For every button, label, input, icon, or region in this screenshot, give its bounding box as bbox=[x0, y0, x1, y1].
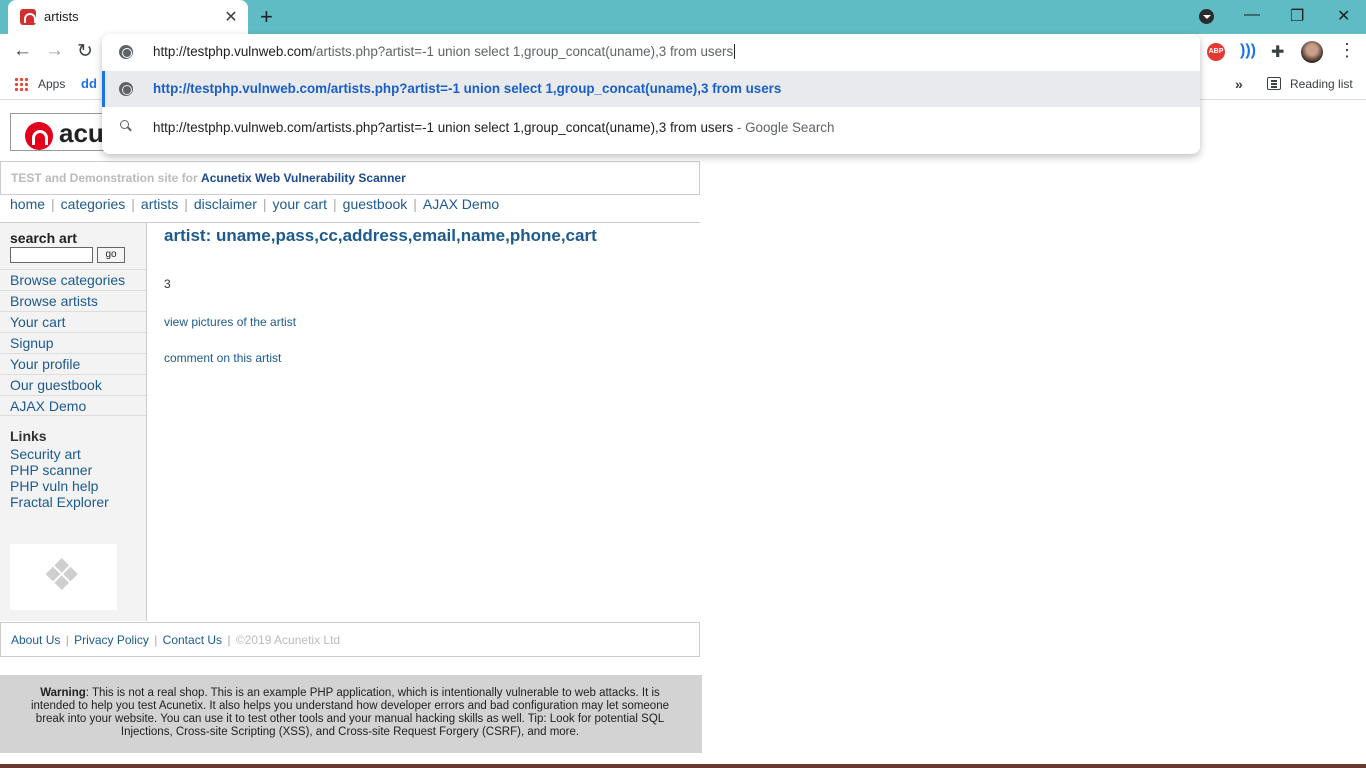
artist-value: 3 bbox=[164, 277, 171, 291]
extensions-puzzle-icon[interactable]: ✚ bbox=[1271, 42, 1284, 62]
side-signup[interactable]: Signup bbox=[0, 332, 146, 353]
close-tab-icon[interactable]: ✕ bbox=[222, 7, 240, 27]
active-tab[interactable]: artists ✕ bbox=[8, 0, 248, 34]
adblock-plus-icon[interactable]: ABP bbox=[1207, 43, 1225, 61]
menu-kebab-icon[interactable]: ⋮ bbox=[1338, 40, 1356, 61]
footer-copyright: ©2019 Acunetix Ltd bbox=[235, 633, 341, 647]
view-pictures-link[interactable]: view pictures of the artist bbox=[164, 315, 296, 329]
web-page: acu TEST and Demonstration site for Acun… bbox=[0, 101, 1366, 768]
suggestion-query: http://testphp.vulnweb.com/artists.php?a… bbox=[153, 120, 734, 135]
address-input[interactable]: http://testphp.vulnweb.com/artists.php?a… bbox=[153, 44, 736, 59]
warning-body: : This is not a real shop. This is an ex… bbox=[30, 687, 669, 738]
comment-link[interactable]: comment on this artist bbox=[164, 351, 281, 365]
side-ajax-demo[interactable]: AJAX Demo bbox=[0, 395, 146, 416]
nav-home[interactable]: home bbox=[10, 196, 45, 212]
artist-heading: artist: uname,pass,cc,address,email,name… bbox=[164, 226, 597, 245]
suggestion-search[interactable]: http://testphp.vulnweb.com/artists.php?a… bbox=[102, 108, 1200, 146]
address-bar[interactable]: http://testphp.vulnweb.com/artists.php?a… bbox=[102, 34, 1200, 70]
link-security-art[interactable]: Security art bbox=[10, 446, 109, 462]
acunetix-logo-icon bbox=[25, 122, 53, 150]
warning-label: Warning bbox=[40, 687, 86, 699]
globe-icon bbox=[119, 82, 133, 96]
search-art-input[interactable] bbox=[10, 247, 93, 263]
tab-search-icon[interactable] bbox=[1199, 9, 1214, 24]
nav-ajax-demo[interactable]: AJAX Demo bbox=[423, 196, 499, 212]
search-go-button[interactable]: go bbox=[97, 247, 125, 263]
left-sidebar: search art go Browse categories Browse a… bbox=[0, 223, 147, 621]
taskbar-edge bbox=[0, 764, 1366, 768]
logo-text: acu bbox=[59, 118, 104, 148]
back-icon[interactable]: ← bbox=[13, 40, 32, 62]
suggestion-url[interactable]: http://testphp.vulnweb.com/artists.php?a… bbox=[102, 71, 1200, 107]
bookmark-apps[interactable]: Apps bbox=[38, 77, 65, 91]
nav-your-cart[interactable]: your cart bbox=[273, 196, 327, 212]
tab-title: artists bbox=[44, 9, 79, 24]
suggestion-search-text: http://testphp.vulnweb.com/artists.php?a… bbox=[153, 120, 834, 135]
address-host: http://testphp.vulnweb.com bbox=[153, 44, 313, 59]
nav-categories[interactable]: categories bbox=[61, 196, 126, 212]
link-php-scanner[interactable]: PHP scanner bbox=[10, 462, 109, 478]
side-our-guestbook[interactable]: Our guestbook bbox=[0, 374, 146, 395]
search-art-label: search art bbox=[10, 230, 77, 246]
plugin-placeholder-icon bbox=[10, 544, 117, 610]
globe-icon bbox=[119, 45, 133, 59]
apps-grid-icon[interactable] bbox=[14, 77, 28, 91]
side-menu: Browse categories Browse artists Your ca… bbox=[0, 269, 146, 416]
footer: About Us | Privacy Policy | Contact Us |… bbox=[0, 622, 700, 657]
side-your-cart[interactable]: Your cart bbox=[0, 311, 146, 332]
minimize-icon[interactable]: — bbox=[1244, 6, 1260, 24]
footer-about[interactable]: About Us bbox=[11, 633, 60, 647]
reading-list-icon[interactable] bbox=[1267, 77, 1281, 90]
more-bookmarks-icon[interactable]: » bbox=[1235, 76, 1243, 92]
footer-links: About Us | Privacy Policy | Contact Us |… bbox=[11, 633, 341, 647]
links-list: Security art PHP scanner PHP vuln help F… bbox=[10, 446, 109, 510]
top-navigation: home | categories | artists | disclaimer | your … bbox=[10, 196, 500, 212]
nav-disclaimer[interactable]: disclaimer bbox=[194, 196, 257, 212]
side-browse-categories[interactable]: Browse categories bbox=[0, 269, 146, 290]
search-icon bbox=[120, 120, 129, 129]
site-subtitle: TEST and Demonstration site for Acunetix… bbox=[11, 171, 406, 185]
selection-indicator bbox=[102, 71, 105, 107]
side-your-profile[interactable]: Your profile bbox=[0, 353, 146, 374]
cast-extension-icon[interactable]: ))) bbox=[1240, 42, 1256, 60]
subtitle-brand-link[interactable]: Acunetix Web Vulnerability Scanner bbox=[201, 171, 406, 185]
link-php-vuln-help[interactable]: PHP vuln help bbox=[10, 478, 109, 494]
new-tab-icon[interactable]: + bbox=[260, 4, 273, 30]
tab-strip: artists ✕ + — ❐ ✕ bbox=[0, 0, 1366, 34]
side-browse-artists[interactable]: Browse artists bbox=[0, 290, 146, 311]
address-path: /artists.php?artist=-1 union select 1,gr… bbox=[312, 44, 734, 59]
omnibox-dropdown: http://testphp.vulnweb.com/artists.php?a… bbox=[102, 34, 1200, 154]
reload-icon[interactable]: ↻ bbox=[77, 40, 93, 63]
profile-avatar[interactable] bbox=[1301, 41, 1323, 63]
footer-privacy[interactable]: Privacy Policy bbox=[74, 633, 149, 647]
warning-box: Warning: This is not a real shop. This i… bbox=[0, 675, 702, 753]
site-subtitle-box: TEST and Demonstration site for Acunetix… bbox=[0, 161, 700, 195]
footer-contact[interactable]: Contact Us bbox=[163, 633, 222, 647]
acunetix-favicon-icon bbox=[20, 9, 36, 25]
forward-icon[interactable]: → bbox=[45, 40, 64, 62]
links-heading: Links bbox=[10, 428, 47, 444]
window-close-icon[interactable]: ✕ bbox=[1337, 6, 1350, 26]
subtitle-prefix: TEST and Demonstration site for bbox=[11, 171, 202, 185]
nav-artists[interactable]: artists bbox=[141, 196, 178, 212]
suggestion-url-text: http://testphp.vulnweb.com/artists.php?a… bbox=[153, 81, 782, 96]
bookmark-dd[interactable]: dd bbox=[81, 76, 97, 91]
restore-icon[interactable]: ❐ bbox=[1290, 6, 1304, 26]
nav-guestbook[interactable]: guestbook bbox=[343, 196, 408, 212]
suggestion-suffix: - Google Search bbox=[733, 120, 835, 135]
warning-text: Warning: This is not a real shop. This i… bbox=[30, 687, 670, 739]
link-fractal-explorer[interactable]: Fractal Explorer bbox=[10, 494, 109, 510]
reading-list-label[interactable]: Reading list bbox=[1290, 77, 1353, 91]
